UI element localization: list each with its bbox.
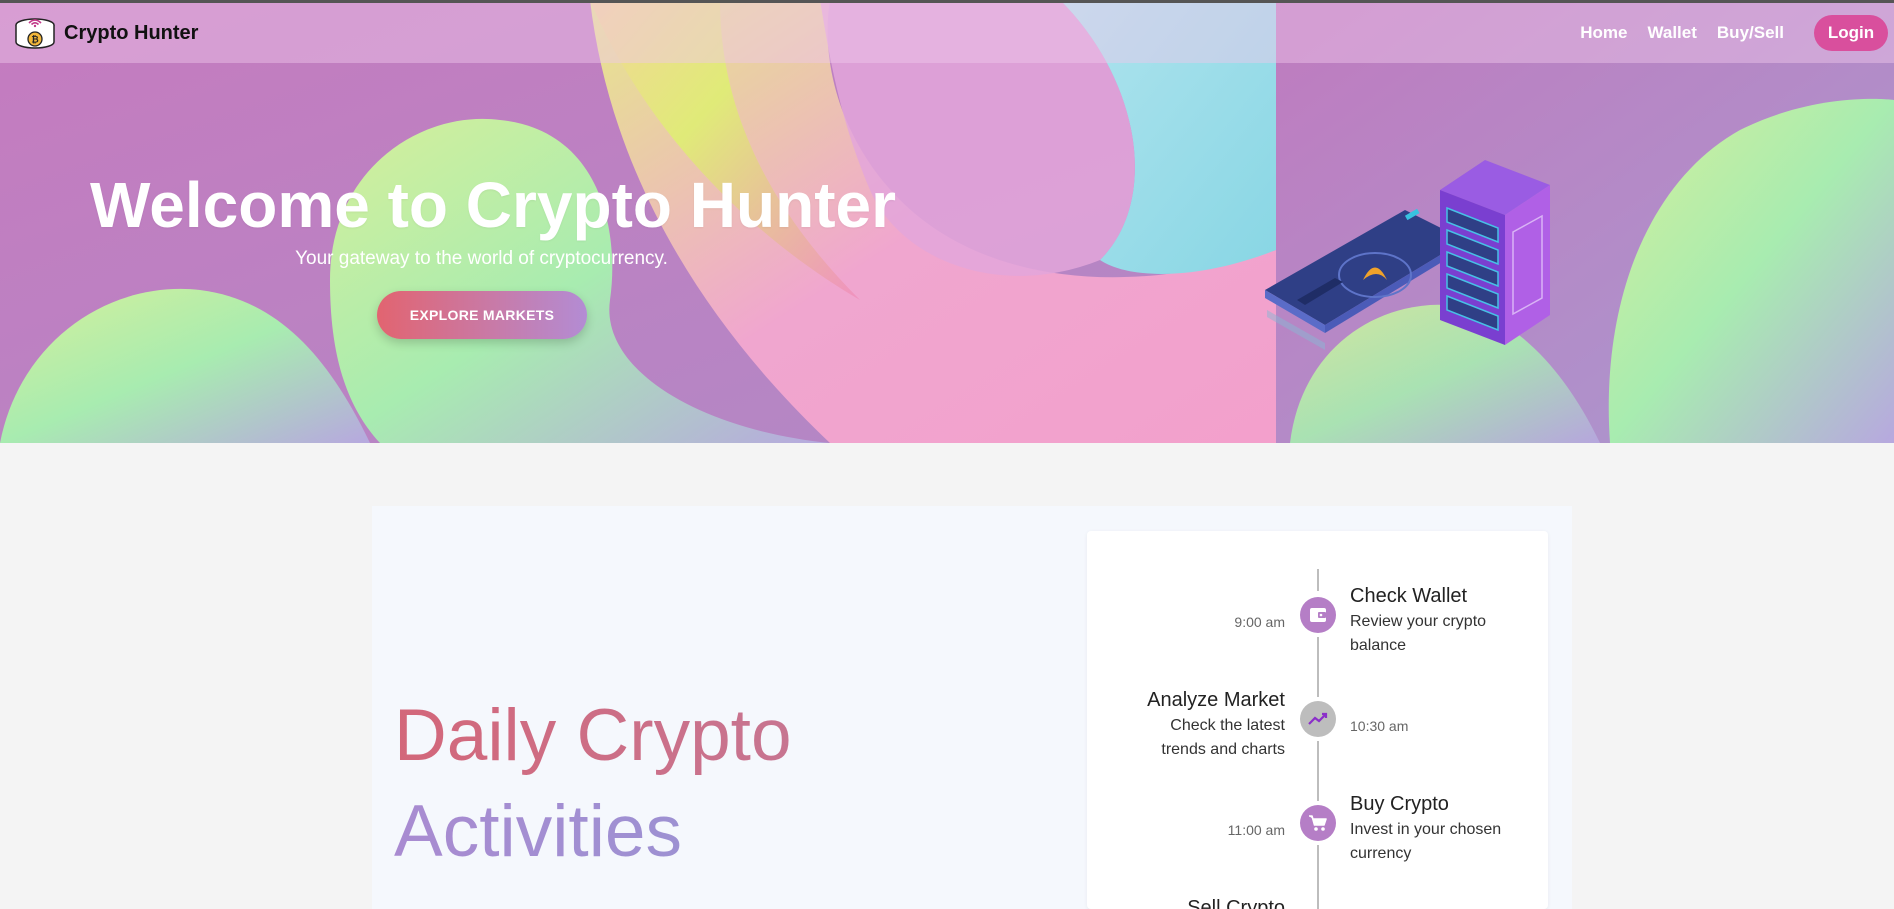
- login-button[interactable]: Login: [1814, 15, 1888, 51]
- explore-markets-button[interactable]: EXPLORE MARKETS: [377, 291, 587, 339]
- crypto-safe-logo-icon: ₿: [15, 18, 55, 49]
- timeline-event-title: Buy Crypto: [1350, 793, 1449, 815]
- brand[interactable]: ₿ Crypto Hunter: [14, 15, 198, 51]
- timeline-time: 10:30 am: [1350, 718, 1409, 734]
- timeline-item-analyze-market: Analyze Market Check the latest trends a…: [1125, 689, 1285, 762]
- nav-link-wallet[interactable]: Wallet: [1647, 23, 1696, 43]
- hero-title: Welcome to Crypto Hunter: [90, 169, 896, 241]
- timeline-connector: [1317, 637, 1319, 697]
- nav-link-buy-sell[interactable]: Buy/Sell: [1717, 23, 1784, 43]
- timeline-connector: [1317, 741, 1319, 801]
- timeline-event-title: Analyze Market: [1147, 689, 1285, 711]
- window-top-border: [0, 0, 1894, 3]
- timeline-time: 9:00 am: [1234, 614, 1285, 630]
- svg-text:₿: ₿: [31, 35, 38, 46]
- crypto-server-illustration: [1265, 160, 1550, 350]
- shopping-cart-icon: [1300, 805, 1336, 841]
- timeline-event-description: Check the latest trends and charts: [1161, 717, 1285, 758]
- timeline-item-sell-crypto: Sell Crypto: [1125, 897, 1285, 909]
- wallet-icon: [1300, 597, 1336, 633]
- activities-title-line2: Activities: [394, 791, 683, 872]
- timeline-item-check-wallet: Check Wallet Review your crypto balance: [1350, 585, 1510, 658]
- nav-links: Home Wallet Buy/Sell Login: [1560, 15, 1888, 51]
- trending-up-icon: [1300, 701, 1336, 737]
- timeline-time: 11:00 am: [1227, 822, 1285, 838]
- hero-section: Welcome to Crypto Hunter Your gateway to…: [0, 0, 1894, 443]
- nav-link-home[interactable]: Home: [1580, 23, 1627, 43]
- activity-timeline: 9:00 am Check Wallet Review your crypto …: [1087, 531, 1548, 909]
- timeline-event-description: Invest in your chosen currency: [1350, 821, 1502, 862]
- timeline-connector: [1317, 845, 1319, 909]
- hero-subtitle: Your gateway to the world of cryptocurre…: [295, 248, 668, 269]
- timeline-event-description: Review your crypto balance: [1350, 613, 1487, 654]
- timeline-connector: [1317, 569, 1319, 591]
- daily-activities-section: Daily Crypto Activities 9:00 am Check Wa…: [372, 506, 1572, 909]
- brand-name: Crypto Hunter: [64, 21, 199, 44]
- timeline-item-buy-crypto: Buy Crypto Invest in your chosen currenc…: [1350, 793, 1510, 866]
- timeline-event-title: Check Wallet: [1350, 585, 1468, 607]
- activities-title-line1: Daily Crypto: [394, 695, 792, 776]
- navbar: ₿ Crypto Hunter Home Wallet Buy/Sell Log…: [0, 3, 1894, 63]
- timeline-event-title: Sell Crypto: [1187, 897, 1285, 909]
